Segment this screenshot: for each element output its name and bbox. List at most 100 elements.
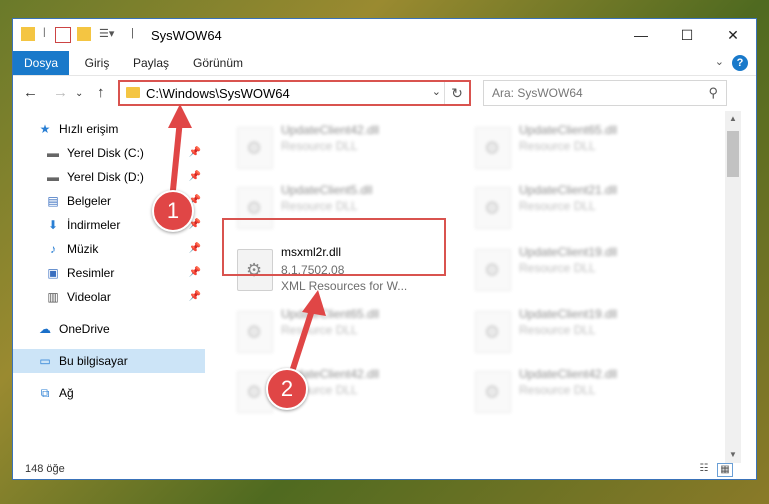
file-item[interactable]: UpdateClient42.dll Resource DLL [229, 115, 459, 175]
file-name: UpdateClient19.dll [519, 307, 618, 321]
file-name: UpdateClient21.dll [519, 183, 618, 197]
scroll-up-icon[interactable]: ▲ [725, 111, 741, 127]
file-item[interactable]: UpdateClient19.dll Resource DLL [467, 237, 697, 297]
dll-file-icon [475, 187, 511, 229]
close-button[interactable]: ✕ [710, 19, 756, 51]
sidebar-item-label: Müzik [67, 242, 99, 256]
address-bar[interactable]: C:\Windows\SysWOW64 ⌄ ↻ [118, 80, 471, 106]
sidebar-item-label: Ağ [59, 386, 74, 400]
search-input[interactable]: Ara: SysWOW64 ⚲ [483, 80, 727, 106]
file-description: Resource DLL [519, 139, 596, 153]
sidebar-item-label: Belgeler [67, 194, 112, 208]
file-list: UpdateClient42.dll Resource DLL UpdateCl… [209, 111, 723, 463]
window-title: SysWOW64 [151, 28, 222, 43]
sidebar-item-this-pc[interactable]: ▭ Bu bilgisayar [13, 349, 205, 373]
sidebar-item-onedrive[interactable]: ☁ OneDrive [13, 317, 205, 341]
drive-icon: ▬ [47, 170, 59, 184]
sidebar-item-label: Yerel Disk (C:) [67, 146, 144, 160]
download-icon: ⬇ [47, 218, 59, 232]
sidebar-item-network[interactable]: ⧉ Ağ [13, 381, 205, 405]
file-name: UpdateClient5.dll [281, 183, 373, 197]
status-bar: 148 öğe ☷ ▦ [13, 461, 756, 479]
step-2-badge: 2 [266, 368, 308, 410]
pin-icon[interactable]: 📌 [189, 147, 201, 158]
file-description: Resource DLL [519, 383, 596, 397]
separator-icon: | [131, 27, 134, 39]
sidebar-item-label: Hızlı erişim [59, 122, 119, 136]
recent-locations-icon[interactable]: ⌄ [75, 88, 83, 99]
navigation-pane: ★ Hızlı erişim ▬ Yerel Disk (C:) 📌 ▬ Yer… [13, 111, 205, 463]
pin-icon[interactable]: 📌 [189, 171, 201, 182]
file-name: UpdateClient42.dll [519, 367, 618, 381]
customize-icon[interactable]: ☰▾ [99, 27, 114, 41]
title-bar: | ☰▾ | SysWOW64 — ☐ ✕ [13, 19, 756, 51]
details-view-icon[interactable]: ☷ [697, 463, 711, 475]
back-arrow-icon[interactable]: ← [23, 84, 38, 101]
file-description: Resource DLL [281, 199, 358, 213]
pin-icon[interactable]: 📌 [189, 291, 201, 302]
vertical-scrollbar[interactable]: ▲ ▼ [725, 111, 741, 463]
pictures-icon: ▣ [47, 266, 59, 280]
sidebar-item-pictures[interactable]: ▣ Resimler 📌 [13, 261, 205, 285]
file-item[interactable]: UpdateClient42.dll Resource DLL [229, 359, 459, 419]
forward-arrow-icon[interactable]: → [53, 84, 68, 101]
network-icon: ⧉ [40, 385, 50, 400]
computer-icon: ▭ [39, 354, 51, 368]
dll-file-icon [475, 249, 511, 291]
tab-view[interactable]: Görünüm [189, 51, 247, 75]
file-description: Resource DLL [281, 323, 358, 337]
sidebar-item-local-disk-c[interactable]: ▬ Yerel Disk (C:) 📌 [13, 141, 205, 165]
file-description: Resource DLL [519, 261, 596, 275]
sidebar-item-label: Videolar [67, 290, 111, 304]
step-1-badge: 1 [152, 190, 194, 232]
help-icon[interactable]: ? [732, 55, 748, 71]
minimize-button[interactable]: — [618, 19, 664, 51]
file-item[interactable]: UpdateClient19.dll Resource DLL [467, 299, 697, 359]
file-name: UpdateClient65.dll [281, 307, 380, 321]
pin-icon[interactable]: 📌 [189, 267, 201, 278]
address-path[interactable]: C:\Windows\SysWOW64 [146, 86, 290, 101]
refresh-icon[interactable]: ↻ [444, 82, 469, 104]
sidebar-item-label: Resimler [67, 266, 115, 280]
pin-icon[interactable]: 📌 [189, 243, 201, 254]
file-description: Resource DLL [519, 323, 596, 337]
sidebar-item-quick-access[interactable]: ★ Hızlı erişim [13, 117, 205, 141]
file-name: UpdateClient65.dll [519, 123, 618, 137]
sidebar-item-music[interactable]: ♪ Müzik 📌 [13, 237, 205, 261]
sidebar-item-videos[interactable]: ▥ Videolar 📌 [13, 285, 205, 309]
item-count: 148 öğe [25, 463, 65, 475]
sidebar-item-local-disk-d[interactable]: ▬ Yerel Disk (D:) 📌 [13, 165, 205, 189]
scroll-thumb[interactable] [727, 131, 739, 177]
chevron-down-icon[interactable]: ⌄ [715, 55, 724, 68]
search-placeholder: Ara: SysWOW64 [492, 86, 583, 100]
tiles-view-icon[interactable]: ▦ [717, 463, 733, 477]
file-item[interactable]: UpdateClient65.dll Resource DLL [229, 299, 459, 359]
new-folder-icon[interactable] [77, 27, 91, 41]
file-description: XML Resources for W... [281, 279, 408, 293]
documents-icon: ▤ [47, 194, 59, 208]
sidebar-item-label: OneDrive [59, 322, 110, 336]
file-description: Resource DLL [281, 139, 358, 153]
chevron-down-icon[interactable]: ⌄ [432, 85, 441, 98]
navigation-bar: ← → ⌄ ↑ C:\Windows\SysWOW64 ⌄ ↻ Ara: Sys… [13, 76, 756, 110]
up-arrow-icon[interactable]: ↑ [97, 84, 105, 101]
maximize-button[interactable]: ☐ [664, 19, 710, 51]
tab-share[interactable]: Paylaş [131, 51, 171, 75]
sidebar-item-label: İndirmeler [67, 218, 121, 232]
star-icon: ★ [39, 122, 51, 136]
dll-file-icon [237, 127, 273, 169]
search-icon[interactable]: ⚲ [708, 85, 718, 101]
file-item[interactable]: UpdateClient42.dll Resource DLL [467, 359, 697, 419]
highlight-box [222, 218, 446, 276]
folder-icon [21, 27, 35, 41]
sidebar-item-label: Bu bilgisayar [59, 354, 128, 368]
cloud-icon: ☁ [39, 322, 51, 336]
tab-home[interactable]: Giriş [81, 51, 113, 75]
sidebar-item-label: Yerel Disk (D:) [67, 170, 144, 184]
properties-icon[interactable] [55, 27, 71, 43]
file-item[interactable]: UpdateClient21.dll Resource DLL [467, 175, 697, 235]
tab-file[interactable]: Dosya [13, 51, 69, 75]
music-icon: ♪ [50, 242, 56, 256]
dll-file-icon [475, 371, 511, 413]
file-item[interactable]: UpdateClient65.dll Resource DLL [467, 115, 697, 175]
